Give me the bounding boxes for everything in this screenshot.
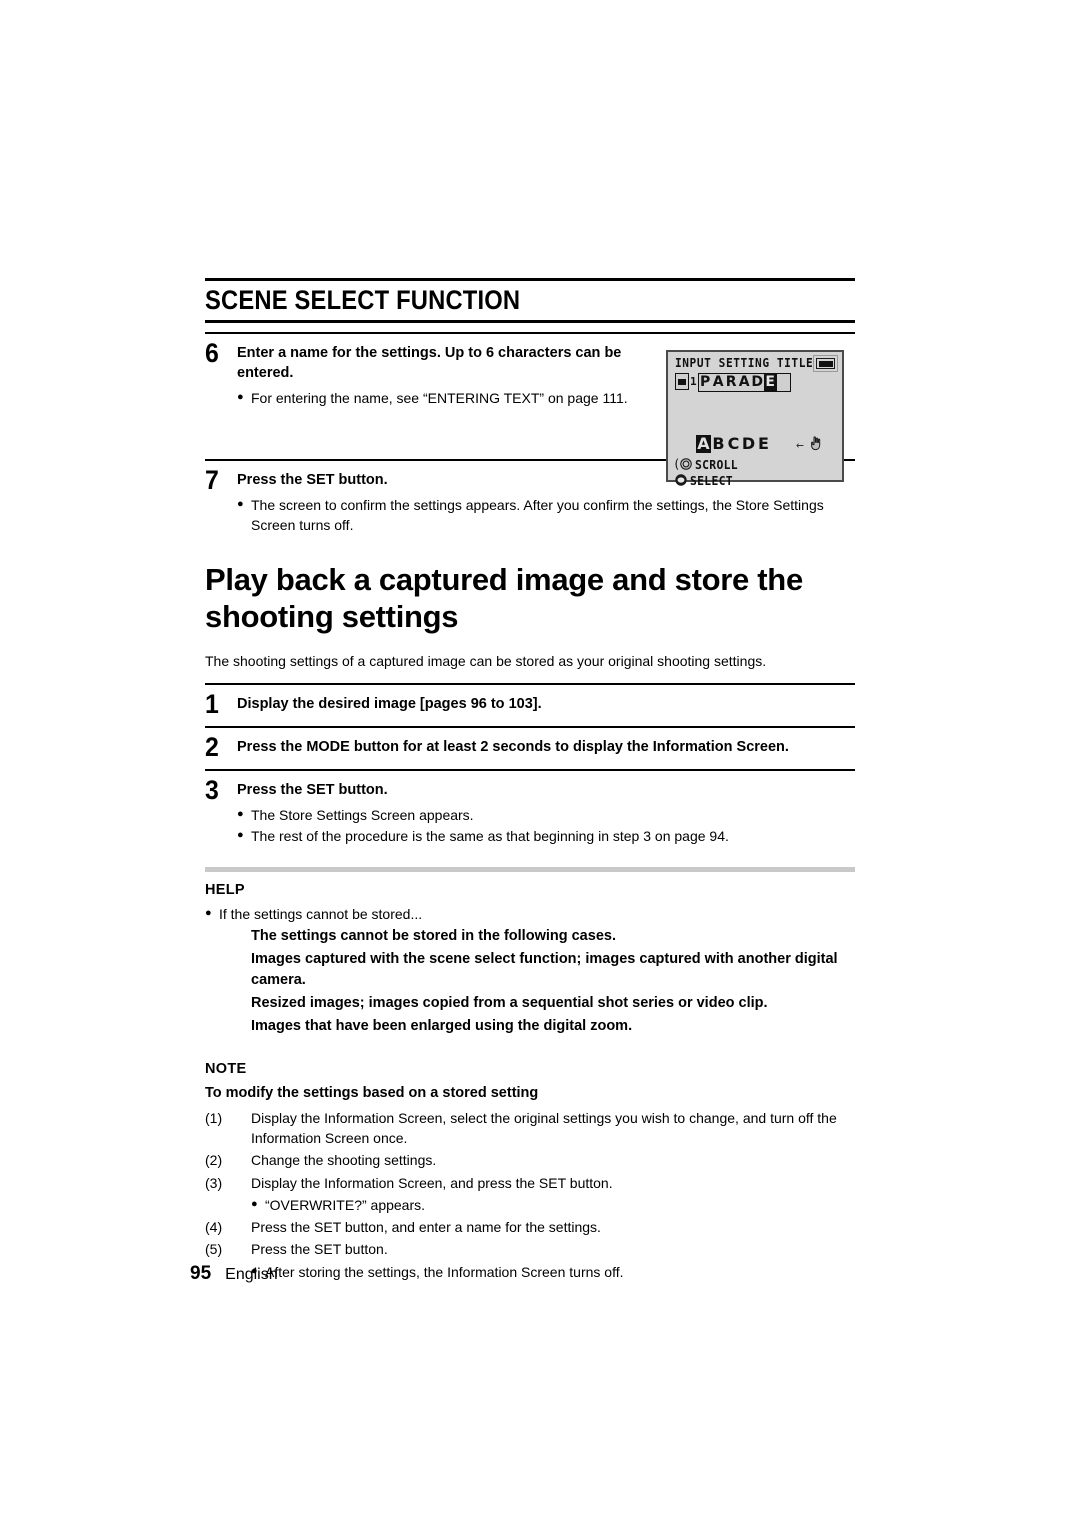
page-footer: 95 English [190, 1263, 278, 1285]
step-3-bullets: ● The Store Settings Screen appears. ● T… [237, 805, 855, 847]
alphabet-char-selected[interactable]: A [696, 435, 711, 453]
step-6-number: 6 [205, 337, 219, 368]
left-arrow-icon: ← [796, 437, 804, 453]
step-6-lead: Enter a name for the settings. Up to 6 c… [237, 344, 622, 382]
alphabet-picker[interactable]: A B C D E [696, 435, 771, 453]
note-item-marker: (2) [205, 1152, 223, 1169]
step-3-body: Press the SET button. ● The Store Settin… [237, 775, 855, 847]
help-bullet-text: If the settings cannot be stored... [219, 906, 423, 923]
alphabet-char[interactable]: D [741, 435, 756, 453]
paren-glyph: ( [673, 457, 681, 471]
scroll-label: SCROLL [695, 457, 739, 472]
page-title: Play back a captured image and store the… [205, 562, 803, 634]
note-item-text: Press the SET button. [251, 1241, 388, 1258]
pointing-hand-icon [809, 436, 822, 455]
note-item: (2) Change the shooting settings. [205, 1150, 855, 1170]
select-label: SELECT [690, 473, 734, 488]
note-item-text: Display the Information Screen, and pres… [251, 1174, 613, 1191]
lcd-title: INPUT SETTING TITLE [675, 356, 814, 370]
bullet-dot-icon: ● [237, 497, 244, 510]
name-input-field[interactable]: P A R A D E [697, 373, 791, 392]
name-char [777, 374, 790, 391]
alphabet-char[interactable]: E [756, 435, 771, 453]
lcd-name-entry-row: 1 P A R A D E [675, 373, 791, 392]
name-char-cursor: E [763, 374, 777, 391]
note-item-marker: (4) [205, 1219, 223, 1236]
step-1-number: 1 [205, 689, 219, 720]
help-section: HELP ● If the settings cannot be stored.… [205, 882, 855, 1036]
bullet-dot-icon: ● [251, 1197, 258, 1210]
help-subitem: Images that have been enlarged using the… [251, 1017, 633, 1034]
bullet-text: The Store Settings Screen appears. [251, 806, 474, 823]
help-subitem: The settings cannot be stored in the fol… [251, 927, 616, 944]
page-number: 95 [190, 1263, 212, 1284]
bullet-text: The screen to confirm the settings appea… [251, 496, 824, 534]
note-item-marker: (3) [205, 1174, 223, 1191]
note-item: (4) Press the SET button, and enter a na… [205, 1217, 855, 1237]
note-label: NOTE [205, 1060, 247, 1077]
bullet-dot-icon: ● [237, 829, 244, 842]
note-sub-bullet: ● “OVERWRITE?” appears. [251, 1195, 855, 1215]
step-2-lead: Press the MODE button for at least 2 sec… [237, 739, 789, 756]
hand-hint-row: ← [796, 436, 822, 455]
note-sub-bullet-text: After storing the settings, the Informat… [265, 1263, 624, 1280]
set-button-select-icon [675, 471, 687, 490]
step-7-number: 7 [205, 465, 219, 496]
step-1: 1 Display the desired image [pages 96 to… [205, 685, 855, 718]
note-list: (1) Display the Information Screen, sele… [205, 1108, 855, 1282]
select-control-hint: ( SELECT [673, 471, 735, 490]
page-language: English [225, 1266, 278, 1283]
bullet-item: ● The screen to confirm the settings app… [237, 495, 855, 536]
note-item-text: Change the shooting settings. [251, 1152, 437, 1169]
alphabet-char[interactable]: C [726, 435, 741, 453]
memory-card-icon [813, 355, 838, 372]
alphabet-char[interactable]: B [711, 435, 726, 453]
name-char: A [738, 374, 750, 390]
name-char: P [699, 374, 711, 390]
section-title: SCENE SELECT FUNCTION [205, 285, 521, 315]
bullet-item: ● The rest of the procedure is the same … [237, 826, 855, 846]
note-section: NOTE To modify the settings based on a s… [205, 1061, 855, 1282]
camera-lcd-screen: INPUT SETTING TITLE 1 P A R A D E A B C … [666, 350, 844, 488]
step-3-lead: Press the SET button. [237, 782, 388, 799]
step-2: 2 Press the MODE button for at least 2 s… [205, 728, 855, 761]
name-char: R [725, 374, 737, 390]
help-subitem: Images captured with the scene select fu… [251, 950, 838, 988]
bullet-item: ● The Store Settings Screen appears. [237, 805, 855, 825]
help-subitem: Resized images; images copied from a seq… [251, 994, 768, 1011]
note-sub-bullet-text: “OVERWRITE?” appears. [265, 1196, 426, 1213]
step-1-body: Display the desired image [pages 96 to 1… [237, 689, 855, 715]
name-char: D [751, 374, 763, 390]
step-1-lead: Display the desired image [pages 96 to 1… [237, 696, 542, 713]
step-3: 3 Press the SET button. ● The Store Sett… [205, 771, 855, 847]
step-7-bullets: ● The screen to confirm the settings app… [237, 495, 855, 536]
setting-slot-number: 1 [690, 375, 697, 388]
note-item-text: Press the SET button, and enter a name f… [251, 1219, 601, 1236]
document-page: SCENE SELECT FUNCTION 6 Enter a name for… [0, 0, 1080, 1528]
name-char: A [712, 374, 724, 390]
bullet-text: The rest of the procedure is the same as… [251, 828, 729, 845]
note-item-marker: (5) [205, 1241, 223, 1258]
note-item: (5) Press the SET button. [205, 1239, 855, 1259]
step-2-body: Press the MODE button for at least 2 sec… [237, 732, 855, 758]
help-label: HELP [205, 882, 245, 899]
note-item: (3) Display the Information Screen, and … [205, 1173, 855, 1193]
bullet-dot-icon: ● [237, 807, 244, 820]
bullet-text: For entering the name, see “ENTERING TEX… [251, 389, 628, 406]
bullet-dot-icon: ● [205, 907, 212, 920]
note-subtitle: To modify the settings based on a stored… [205, 1084, 539, 1101]
intro-paragraph: The shooting settings of a captured imag… [205, 652, 767, 669]
help-bullet: ● If the settings cannot be stored... [205, 904, 855, 924]
note-sub-bullet: ● After storing the settings, the Inform… [251, 1262, 855, 1282]
step-3-number: 3 [205, 775, 219, 806]
note-item-text: Display the Information Screen, select t… [251, 1109, 837, 1146]
note-item: (1) Display the Information Screen, sele… [205, 1108, 855, 1149]
step-2-number: 2 [205, 732, 219, 763]
bullet-dot-icon: ● [237, 390, 244, 403]
setting-slot-icon [675, 373, 689, 390]
note-item-marker: (1) [205, 1109, 223, 1126]
